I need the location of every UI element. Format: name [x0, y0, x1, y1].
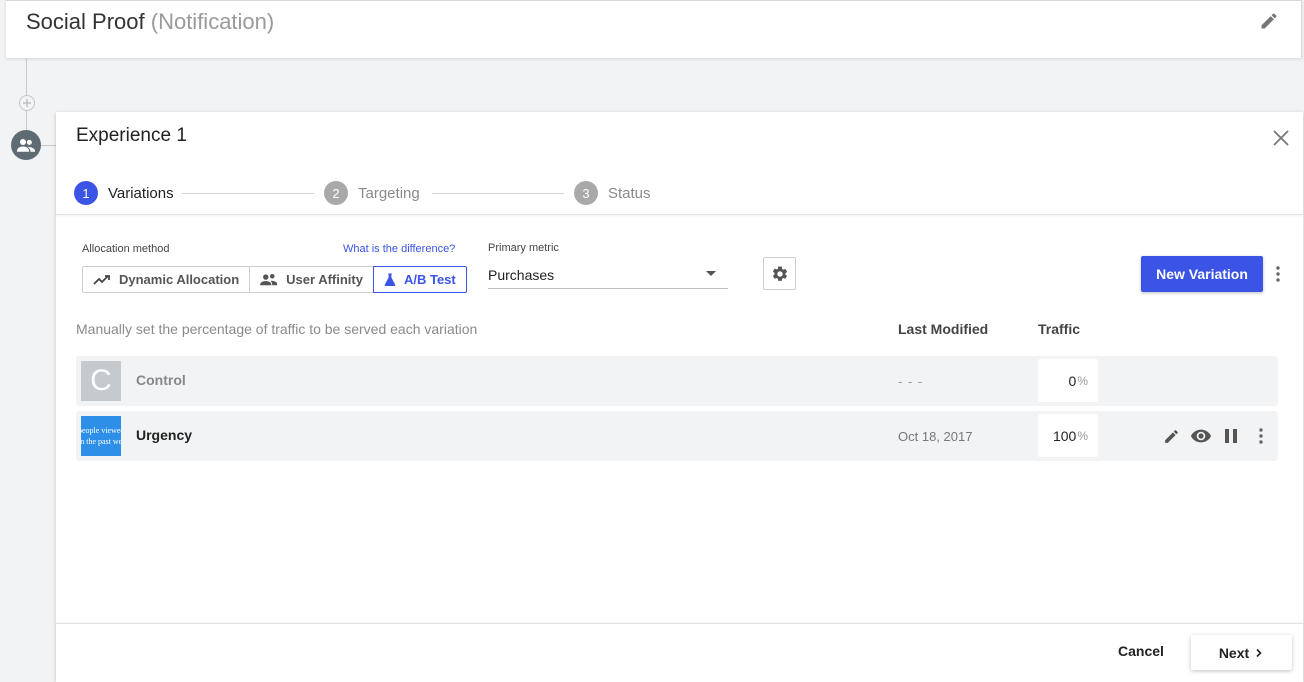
variation-name: Control [136, 372, 186, 388]
option-label: Dynamic Allocation [119, 272, 240, 287]
variation-thumbnail: C [81, 361, 121, 401]
dynamic-allocation-option[interactable]: Dynamic Allocation [82, 266, 251, 293]
option-label: A/B Test [403, 272, 456, 287]
audience-node[interactable] [11, 130, 41, 160]
what-is-difference-link[interactable]: What is the difference? [343, 243, 455, 255]
allocation-method-label: Allocation method [82, 243, 170, 255]
pause-icon[interactable] [1216, 426, 1246, 446]
more-options-icon[interactable] [1246, 426, 1276, 446]
row-actions [1156, 426, 1276, 446]
step-status[interactable]: 3 Status [574, 181, 651, 205]
pencil-icon[interactable] [1259, 11, 1279, 31]
page-title-main: Social Proof [26, 9, 145, 34]
column-header-traffic: Traffic [1038, 321, 1081, 337]
experience-title: Experience 1 [76, 125, 187, 146]
next-label: Next [1218, 644, 1250, 661]
ab-test-option[interactable]: A/B Test [372, 266, 467, 293]
step-label: Variations [108, 184, 174, 202]
step-number: 1 [74, 181, 98, 205]
step-label: Status [608, 184, 651, 202]
trending-up-icon [93, 274, 110, 285]
flask-icon [384, 273, 396, 286]
traffic-value: 100 [1052, 427, 1077, 444]
eye-icon[interactable] [1186, 426, 1216, 446]
primary-metric-select[interactable]: Purchases [488, 262, 728, 289]
panel-header: Experience 1 1 Variations 2 Targeting 3 … [56, 112, 1303, 215]
variation-name: Urgency [136, 427, 193, 443]
panel-footer: Cancel Next [56, 623, 1303, 682]
new-variation-button[interactable]: New Variation [1141, 256, 1263, 292]
variation-row-urgency[interactable]: people viewed in the past we Urgency Oct… [76, 411, 1278, 461]
settings-button[interactable] [763, 257, 796, 290]
step-number: 3 [574, 181, 598, 205]
step-targeting[interactable]: 2 Targeting [324, 181, 420, 205]
plus-icon [23, 99, 31, 107]
percent-unit: % [1077, 428, 1088, 443]
step-label: Targeting [358, 184, 420, 202]
thumbnail-text: people viewed [81, 426, 121, 435]
traffic-input[interactable]: 100% [1038, 414, 1098, 457]
variation-last-modified: - - - [898, 374, 924, 389]
close-icon[interactable] [1271, 128, 1291, 148]
experience-panel: Experience 1 1 Variations 2 Targeting 3 … [56, 112, 1303, 682]
page-header: Social Proof (Notification) [6, 0, 1302, 58]
option-label: User Affinity [286, 272, 363, 287]
percent-unit: % [1077, 373, 1088, 388]
variation-last-modified: Oct 18, 2017 [898, 429, 973, 444]
traffic-instruction: Manually set the percentage of traffic t… [76, 321, 478, 337]
more-options-icon[interactable] [1270, 264, 1286, 284]
allocation-method-toggle: Dynamic Allocation User Affinity A/B Tes… [82, 266, 467, 293]
caret-down-icon [706, 271, 716, 276]
primary-metric-label: Primary metric [488, 242, 559, 254]
user-affinity-option[interactable]: User Affinity [249, 266, 374, 293]
people-icon [260, 273, 278, 286]
thumbnail-text: in the past we [81, 437, 121, 446]
next-button[interactable]: Next [1191, 635, 1292, 670]
page-title-subtitle: (Notification) [150, 9, 275, 34]
people-icon [17, 139, 35, 152]
stepper: 1 Variations 2 Targeting 3 Status [74, 181, 694, 205]
page-title: Social Proof (Notification) [26, 9, 274, 35]
traffic-input[interactable]: 0% [1038, 359, 1098, 402]
variation-row-control[interactable]: C Control - - - 0% [76, 356, 1278, 406]
step-variations[interactable]: 1 Variations [74, 181, 174, 205]
gear-icon [772, 265, 787, 281]
step-connector [182, 193, 314, 194]
traffic-value: 0 [1068, 372, 1077, 389]
step-connector [432, 193, 564, 194]
cancel-button[interactable]: Cancel [1118, 643, 1164, 659]
chevron-right-icon [1256, 648, 1262, 657]
add-node-button[interactable] [19, 95, 35, 111]
column-header-last-modified: Last Modified [898, 321, 989, 337]
step-number: 2 [324, 181, 348, 205]
primary-metric-value: Purchases [488, 267, 555, 283]
pencil-icon[interactable] [1156, 426, 1186, 446]
variation-thumbnail: people viewed in the past we [81, 416, 121, 456]
